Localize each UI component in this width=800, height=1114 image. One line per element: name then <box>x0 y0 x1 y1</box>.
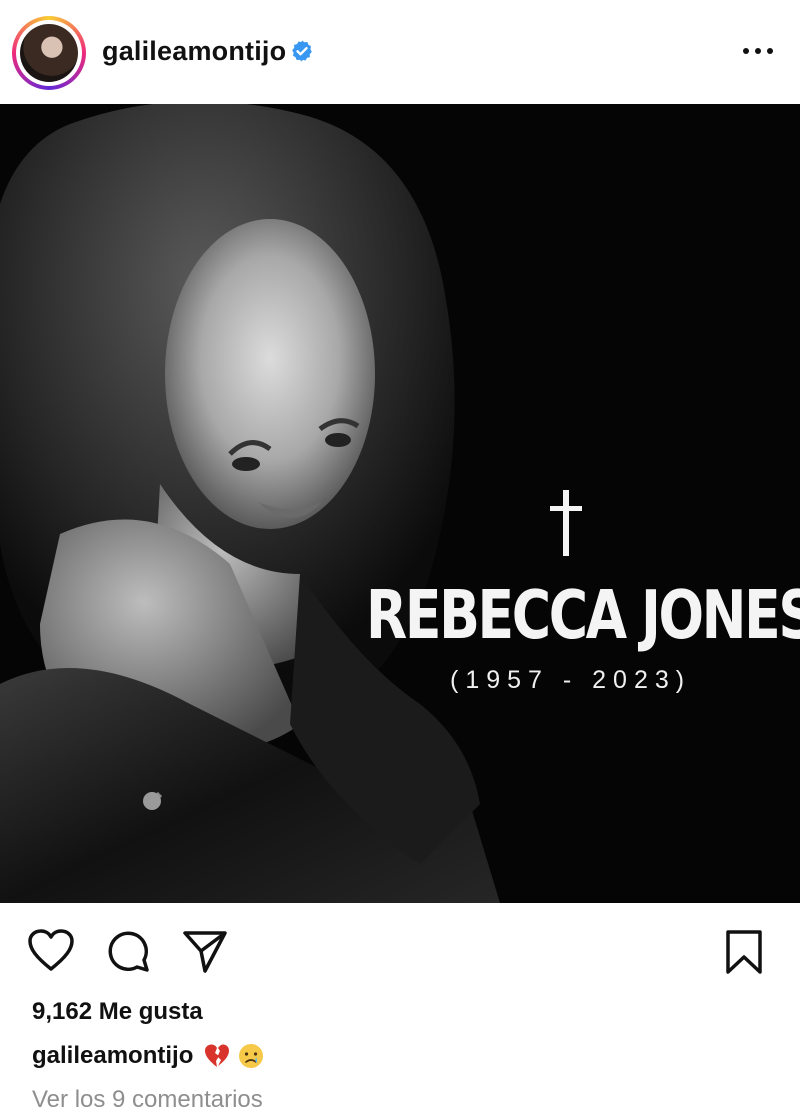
heart-icon[interactable] <box>28 929 74 973</box>
avatar[interactable] <box>20 24 78 82</box>
verified-badge-icon <box>292 40 312 62</box>
likes-count[interactable]: 9,162 Me gusta <box>32 998 203 1026</box>
cross-icon <box>550 490 582 556</box>
bookmark-icon[interactable] <box>724 929 764 975</box>
share-icon[interactable] <box>182 929 228 973</box>
post-image[interactable]: REBECCA JONES (1957 - 2023) <box>0 104 800 903</box>
story-ring[interactable] <box>12 16 86 90</box>
caption-username[interactable]: galileamontijo <box>32 1042 193 1070</box>
more-horizontal-icon[interactable] <box>738 34 778 64</box>
post-header: galileamontijo <box>0 0 800 104</box>
crying-face-icon <box>239 1044 264 1068</box>
comment-icon[interactable] <box>106 929 150 973</box>
post-username[interactable]: galileamontijo <box>102 36 286 67</box>
post-actions <box>0 903 800 998</box>
post-caption: galileamontijo <box>32 1042 271 1070</box>
memorial-name: REBECCA JONES <box>366 576 800 654</box>
broken-heart-icon <box>205 1044 230 1067</box>
portrait-photo <box>0 104 500 903</box>
memorial-years: (1957 - 2023) <box>450 666 692 694</box>
